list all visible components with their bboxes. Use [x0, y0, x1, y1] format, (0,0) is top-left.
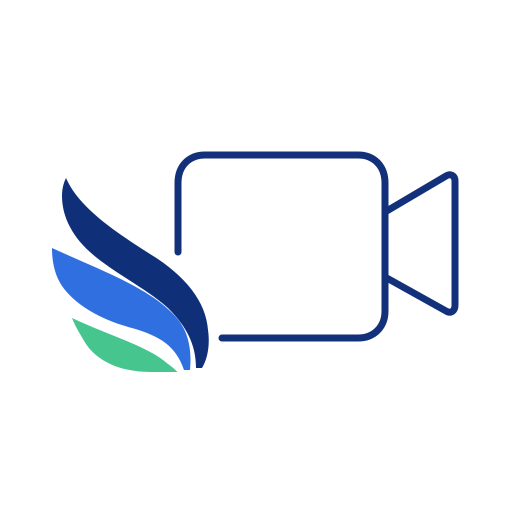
camera-body-outline — [174, 151, 389, 342]
app-logo — [0, 0, 512, 512]
camera-lens-outline — [381, 171, 459, 316]
video-camera-wing-icon — [52, 151, 459, 372]
